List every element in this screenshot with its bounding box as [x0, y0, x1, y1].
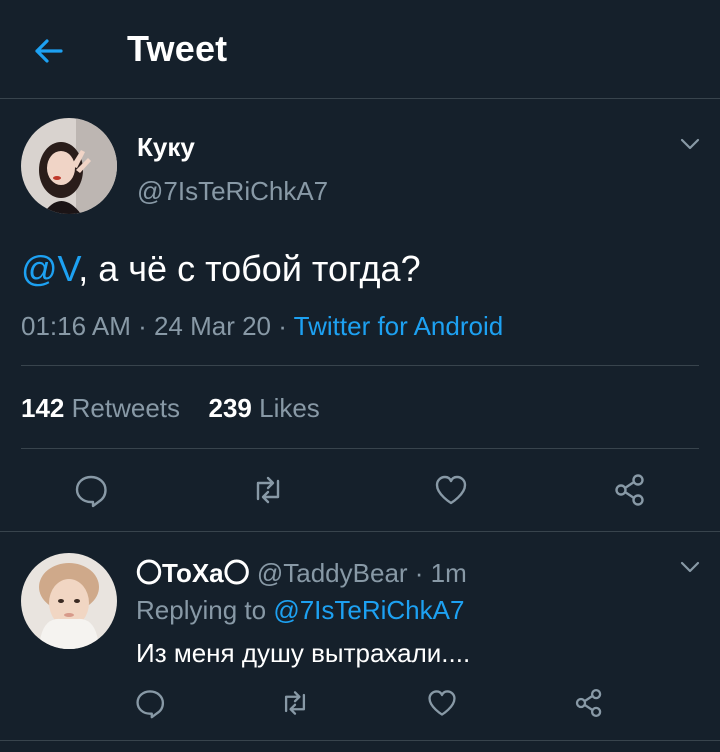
share-icon[interactable] — [573, 687, 605, 719]
tweet-stats: 142 Retweets 239 Likes — [21, 393, 320, 424]
reply-icon[interactable] — [134, 687, 166, 719]
page-title: Tweet — [127, 28, 228, 69]
like-icon[interactable] — [426, 687, 458, 719]
main-tweet: Куку @7IsTeRiChkA7 @V, а чё с тобой тогд… — [0, 100, 720, 532]
arrow-left-icon[interactable] — [30, 33, 66, 69]
like-icon[interactable] — [433, 472, 469, 508]
chevron-down-icon[interactable] — [678, 555, 702, 579]
reply-icon[interactable] — [73, 472, 109, 508]
replying-prefix: Replying to — [136, 595, 274, 625]
reply-text: Из меня душу вытрахали.... — [136, 638, 471, 668]
chevron-down-icon[interactable] — [678, 132, 702, 156]
replying-to: Replying to @7IsTeRiChkA7 — [136, 595, 464, 626]
reply-handle-time[interactable]: @TaddyBear · 1m — [250, 558, 467, 588]
source-link[interactable]: Twitter for Android — [294, 311, 504, 341]
avatar[interactable] — [21, 553, 117, 649]
retweet-icon[interactable] — [279, 687, 311, 719]
retweet-icon[interactable] — [250, 472, 286, 508]
likes-count[interactable]: 239 — [208, 393, 251, 423]
divider — [21, 448, 699, 449]
reply-author-name[interactable]: 〇ToXa〇 — [136, 558, 250, 588]
likes-label[interactable]: Likes — [259, 393, 320, 423]
reply-header: 〇ToXa〇 @TaddyBear · 1m — [136, 553, 467, 590]
retweets-label[interactable]: Retweets — [72, 393, 180, 423]
tweet-text: @V, а чё с тобой тогда? — [21, 248, 421, 290]
top-bar: Tweet — [0, 0, 720, 99]
divider — [21, 365, 699, 366]
author-handle[interactable]: @7IsTeRiChkA7 — [137, 176, 328, 207]
mention-link[interactable]: @V — [21, 248, 78, 289]
reply-tweet[interactable]: 〇ToXa〇 @TaddyBear · 1m Replying to @7IsT… — [0, 533, 720, 741]
share-icon[interactable] — [612, 472, 648, 508]
retweets-count[interactable]: 142 — [21, 393, 64, 423]
replying-to-link[interactable]: @7IsTeRiChkA7 — [273, 595, 464, 625]
timestamp: 01:16 AM · 24 Mar 20 · — [21, 311, 294, 341]
avatar[interactable] — [21, 118, 117, 214]
tweet-body: , а чё с тобой тогда? — [78, 248, 421, 289]
tweet-meta: 01:16 AM · 24 Mar 20 · Twitter for Andro… — [21, 311, 503, 342]
author-name[interactable]: Куку — [137, 132, 195, 163]
